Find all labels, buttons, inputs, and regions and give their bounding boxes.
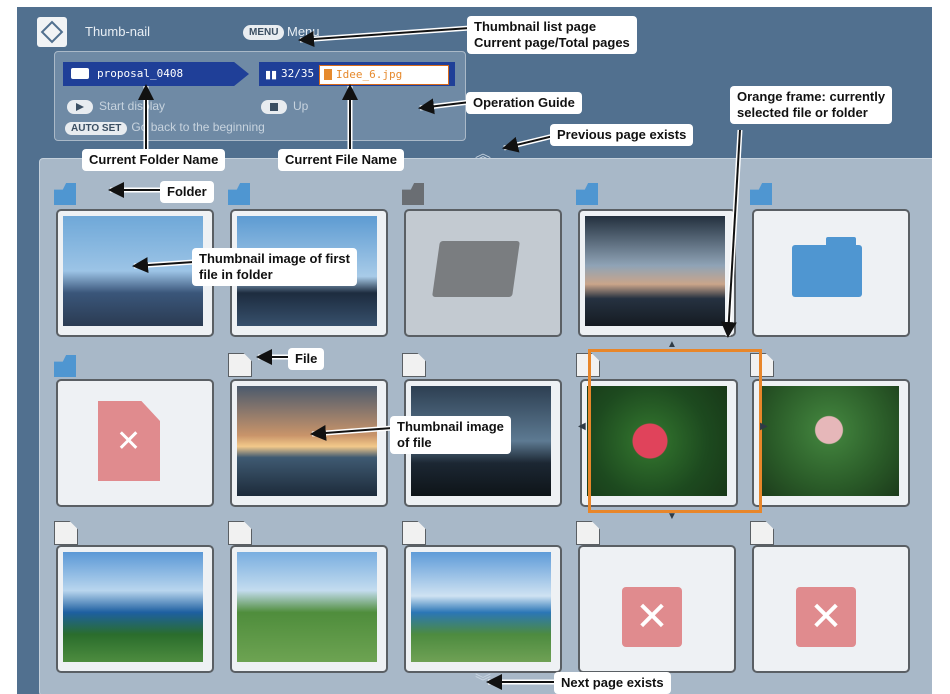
arrow-page-indicator [298, 27, 471, 47]
callout-current-file-name: Current File Name [278, 149, 404, 171]
callout-orange-frame: Orange frame: currently selected file or… [730, 86, 893, 124]
callout-line: file in folder [199, 267, 273, 282]
arrow-orange-frame [720, 129, 741, 338]
callout-line: of file [397, 435, 432, 450]
callout-previous-page: Previous page exists [550, 124, 694, 146]
callout-operation-guide: Operation Guide [466, 92, 582, 114]
callout-thumb-first-file: Thumbnail image of first file in folder [192, 248, 357, 286]
callout-line: Thumbnail image of first [199, 251, 350, 266]
callout-next-page: Next page exists [554, 672, 671, 694]
callout-thumb-file: Thumbnail image of file [390, 416, 511, 454]
callout-file: File [288, 348, 325, 370]
callout-line: Orange frame: currently [737, 89, 886, 104]
callout-current-folder-name: Current Folder Name [82, 149, 226, 171]
callout-line: Current page/Total pages [474, 35, 630, 50]
callout-folder: Folder [160, 181, 214, 203]
callout-thumbnail-list-page: Thumbnail list page Current page/Total p… [467, 16, 637, 54]
callout-line: selected file or folder [737, 105, 868, 120]
callout-line: Thumbnail list page [474, 19, 597, 34]
callout-line: Thumbnail image [397, 419, 504, 434]
